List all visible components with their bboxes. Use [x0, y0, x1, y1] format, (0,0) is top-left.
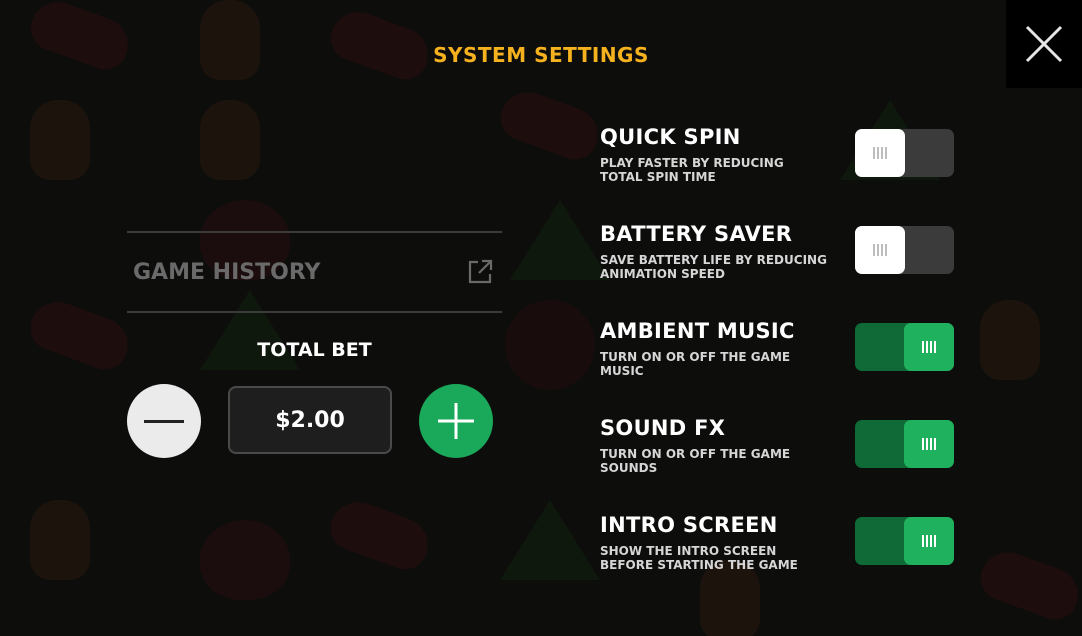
- setting-sound-fx: SOUND FX TURN ON OR OFF THE GAME SOUNDS: [600, 416, 960, 478]
- setting-name: SOUND FX: [600, 416, 726, 440]
- bet-value-display: $2.00: [228, 386, 392, 454]
- total-bet-label: TOTAL BET: [257, 339, 372, 361]
- setting-battery-saver: BATTERY SAVER SAVE BATTERY LIFE BY REDUC…: [600, 222, 960, 284]
- bet-controls: $2.00: [127, 384, 502, 458]
- page-title: SYSTEM SETTINGS: [433, 43, 649, 67]
- grip-icon: [922, 438, 936, 450]
- grip-icon: [873, 244, 887, 256]
- grip-icon: [922, 341, 936, 353]
- decrease-bet-button[interactable]: [127, 384, 201, 458]
- grip-icon: [873, 147, 887, 159]
- game-history-label: GAME HISTORY: [133, 259, 321, 285]
- intro-screen-toggle[interactable]: [855, 517, 954, 565]
- bet-panel: GAME HISTORY TOTAL BET $2.00: [127, 231, 502, 458]
- increase-bet-button[interactable]: [419, 384, 493, 458]
- close-icon: [1025, 25, 1063, 63]
- toggle-knob: [855, 129, 905, 177]
- external-link-icon: [468, 259, 493, 284]
- grip-icon: [922, 535, 936, 547]
- setting-description: SAVE BATTERY LIFE BY REDUCING ANIMATION …: [600, 253, 827, 281]
- setting-name: INTRO SCREEN: [600, 513, 778, 537]
- setting-description: TURN ON OR OFF THE GAME SOUNDS: [600, 447, 791, 475]
- close-button[interactable]: [1006, 0, 1082, 88]
- toggle-knob: [904, 517, 954, 565]
- settings-overlay: SYSTEM SETTINGS GAME HISTORY TOTAL BET $…: [0, 0, 1082, 636]
- setting-description: SHOW THE INTRO SCREEN BEFORE STARTING TH…: [600, 544, 798, 572]
- toggle-knob: [855, 226, 905, 274]
- toggle-knob: [904, 420, 954, 468]
- setting-name: QUICK SPIN: [600, 125, 741, 149]
- setting-description: TURN ON OR OFF THE GAME MUSIC: [600, 350, 791, 378]
- quick-spin-toggle[interactable]: [855, 129, 954, 177]
- setting-name: BATTERY SAVER: [600, 222, 793, 246]
- setting-description: PLAY FASTER BY REDUCING TOTAL SPIN TIME: [600, 156, 784, 184]
- sound-fx-toggle[interactable]: [855, 420, 954, 468]
- toggle-knob: [904, 323, 954, 371]
- game-history-link[interactable]: GAME HISTORY: [127, 231, 502, 313]
- ambient-music-toggle[interactable]: [855, 323, 954, 371]
- setting-ambient-music: AMBIENT MUSIC TURN ON OR OFF THE GAME MU…: [600, 319, 960, 381]
- battery-saver-toggle[interactable]: [855, 226, 954, 274]
- setting-quick-spin: QUICK SPIN PLAY FASTER BY REDUCING TOTAL…: [600, 125, 960, 187]
- plus-icon: [438, 403, 474, 439]
- setting-name: AMBIENT MUSIC: [600, 319, 795, 343]
- minus-icon: [144, 419, 184, 423]
- setting-intro-screen: INTRO SCREEN SHOW THE INTRO SCREEN BEFOR…: [600, 513, 960, 575]
